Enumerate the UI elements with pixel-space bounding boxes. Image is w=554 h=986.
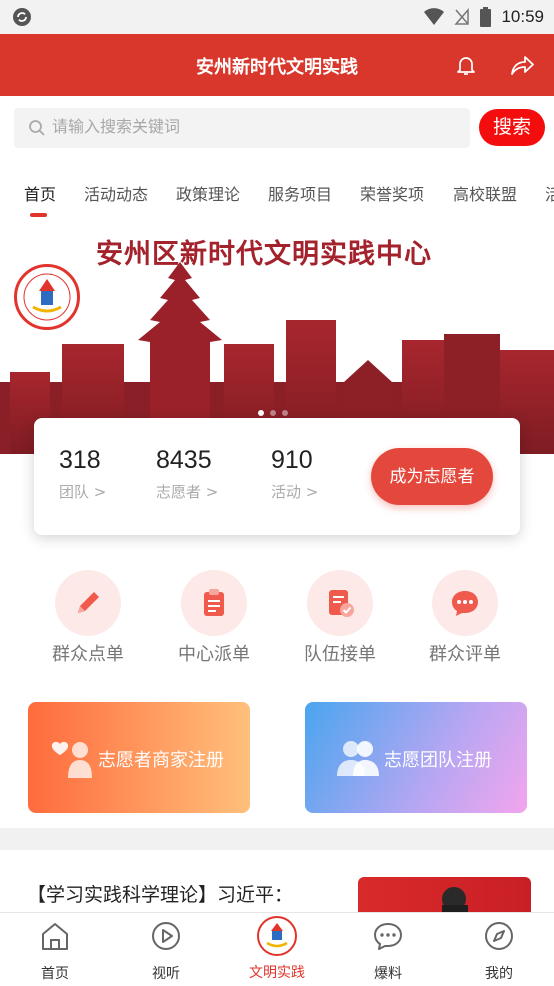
active-tab-indicator	[30, 213, 47, 217]
stat-value: 318	[59, 446, 101, 474]
banner-title: 安州区新时代文明实践中心	[96, 239, 432, 270]
nav-label: 视听	[152, 966, 180, 982]
chat-bubble-icon	[452, 591, 478, 616]
status-bar: 10:59	[0, 0, 554, 34]
section-divider	[0, 828, 554, 850]
quick-action-public-review[interactable]: 群众评单	[415, 570, 515, 666]
stat-value: 910	[271, 446, 313, 474]
nav-label: 首页	[41, 966, 69, 982]
search-input[interactable]	[52, 116, 452, 140]
tab-service-projects[interactable]: 服务项目	[268, 181, 332, 205]
nav-label: 我的	[485, 966, 513, 982]
stat-label: 团队 >	[59, 483, 107, 501]
clipboard-icon	[204, 589, 224, 616]
team-people-icon	[337, 741, 379, 776]
category-tabs: 首页 活动动态 政策理论 服务项目 荣誉奖项 高校联盟 活	[0, 168, 554, 222]
news-item-thumbnail[interactable]	[358, 877, 531, 917]
share-icon[interactable]	[509, 53, 535, 77]
search-button[interactable]: 搜索	[479, 109, 545, 146]
quick-action-icon-bg	[307, 570, 373, 636]
no-signal-icon	[454, 8, 470, 25]
carousel-indicators	[258, 410, 288, 416]
app-header: 安州新时代文明实践	[0, 34, 554, 96]
stat-teams[interactable]: 318 团队 >	[59, 446, 106, 502]
carousel-dot[interactable]	[270, 410, 276, 416]
quick-action-icon-bg	[181, 570, 247, 636]
wifi-icon	[424, 8, 445, 25]
nav-civilization-practice[interactable]: 文明实践	[237, 916, 317, 982]
volunteer-team-register-card[interactable]: 志愿团队注册	[305, 702, 527, 813]
volunteer-stats-card: 318 团队 > 8435 志愿者 > 910 活动 > 成为志愿者	[34, 418, 520, 535]
stat-label: 志愿者 >	[156, 483, 219, 501]
nav-report[interactable]: 爆料	[348, 919, 428, 983]
nav-home[interactable]: 首页	[15, 919, 95, 983]
quick-action-icon-bg	[55, 570, 121, 636]
sync-icon	[13, 8, 31, 26]
compass-icon	[485, 922, 513, 950]
tab-policy-theory[interactable]: 政策理论	[176, 181, 240, 205]
play-icon	[152, 922, 180, 950]
stat-value: 8435	[156, 446, 212, 474]
battery-icon	[480, 7, 492, 27]
register-card-label: 志愿者商家注册	[98, 750, 224, 771]
nav-label: 文明实践	[249, 965, 305, 981]
search-icon	[29, 120, 45, 136]
quick-action-team-accept[interactable]: 队伍接单	[290, 570, 390, 666]
tab-activity-news[interactable]: 活动动态	[84, 181, 148, 205]
bell-icon[interactable]	[455, 54, 477, 76]
stat-activities[interactable]: 910 活动 >	[271, 446, 318, 502]
quick-action-icon-bg	[432, 570, 498, 636]
quick-action-label: 群众评单	[429, 644, 501, 665]
chat-icon	[374, 923, 402, 950]
bottom-navigation: 首页 视听 文明实践 爆料 我的	[0, 912, 554, 986]
quick-action-public-order[interactable]: 群众点单	[38, 570, 138, 666]
register-card-label: 志愿团队注册	[384, 750, 492, 771]
carousel-dot[interactable]	[258, 410, 264, 416]
news-item-title[interactable]: 【学习实践科学理论】习近平：	[27, 880, 293, 907]
civilization-logo-icon	[257, 916, 297, 956]
nav-media[interactable]: 视听	[126, 919, 206, 983]
quick-action-label: 群众点单	[52, 644, 124, 665]
quick-action-label: 中心派单	[178, 644, 250, 665]
search-box[interactable]	[14, 108, 470, 148]
home-icon	[42, 923, 68, 950]
merchant-volunteer-register-card[interactable]: 志愿者商家注册	[28, 702, 250, 813]
stat-volunteers[interactable]: 8435 志愿者 >	[156, 446, 218, 502]
stat-label: 活动 >	[271, 483, 319, 501]
carousel-dot[interactable]	[282, 410, 288, 416]
quick-action-label: 队伍接单	[304, 644, 376, 665]
tab-university-alliance[interactable]: 高校联盟	[453, 181, 517, 205]
civilization-center-logo	[14, 264, 80, 330]
document-check-icon	[329, 590, 354, 617]
app-screen: 10:59 安州新时代文明实践 搜索 首页 活动动态 政策理论 服务项目 荣誉奖…	[0, 0, 554, 986]
volunteer-heart-icon	[51, 741, 92, 778]
status-icons: 10:59	[424, 5, 544, 29]
tab-home[interactable]: 首页	[24, 181, 56, 205]
nav-profile[interactable]: 我的	[459, 919, 539, 983]
nav-label: 爆料	[374, 966, 402, 982]
status-time: 10:59	[501, 7, 544, 26]
tab-more-partial[interactable]: 活	[545, 181, 554, 205]
quick-action-center-dispatch[interactable]: 中心派单	[164, 570, 264, 666]
tab-honors[interactable]: 荣誉奖项	[360, 181, 424, 205]
pencil-icon	[78, 592, 99, 613]
become-volunteer-button[interactable]: 成为志愿者	[371, 448, 493, 505]
